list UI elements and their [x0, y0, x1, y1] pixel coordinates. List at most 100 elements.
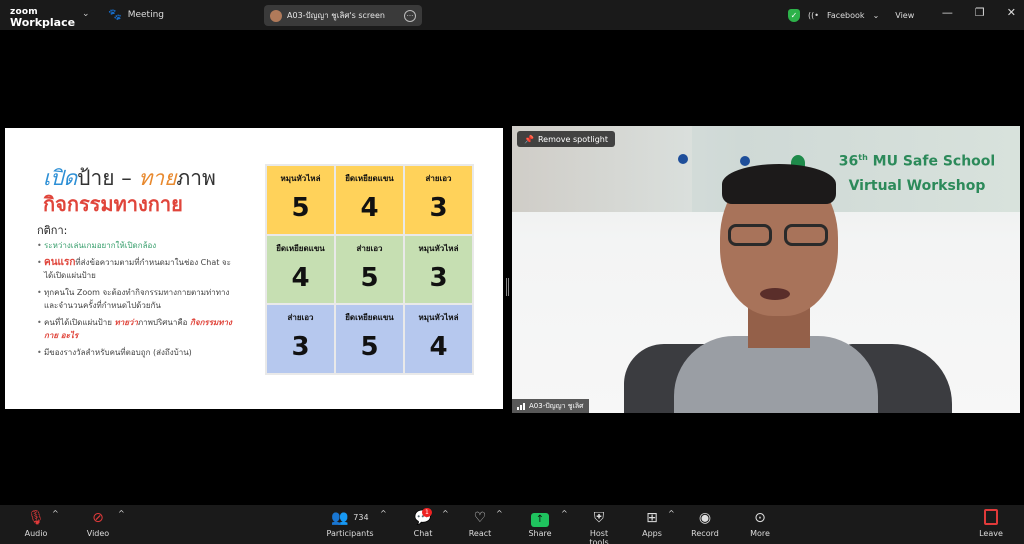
rule-highlight: คนแรก [44, 257, 76, 268]
rule-text: ระหว่างเล่นเกมอยากให้เปิดกล้อง [44, 241, 157, 250]
heart-icon: ♡ [473, 510, 487, 526]
chevron-up-icon[interactable]: ^ [561, 509, 568, 518]
rule-text: คนที่ได้เปิดแผ่นป้าย [44, 318, 112, 327]
cell-number: 5 [360, 262, 379, 293]
cell-number: 4 [360, 193, 379, 223]
chevron-up-icon[interactable]: ^ [380, 509, 387, 518]
cell-number: 5 [291, 193, 310, 223]
cell-number: 4 [291, 262, 310, 293]
title-part-2: ป้าย [77, 166, 115, 190]
speaker-video[interactable]: 36th MU Safe School Virtual Workshop 📌 R… [512, 126, 1020, 413]
view-button[interactable]: View [895, 11, 914, 20]
rule-text: ทุกคนใน Zoom จะต้องทำกิจกรรมทางกายตามท่า… [44, 288, 230, 310]
grid-cell: หมุนหัวไหล่ 3 [405, 235, 472, 304]
speaker-hair [722, 164, 836, 204]
meeting-label: Meeting [127, 9, 164, 20]
chat-badge: 1 [422, 508, 432, 517]
chat-icon: 💬 1 [414, 508, 432, 526]
shared-slide: เปิดป้าย – ทายภาพ กิจกรรมทางกาย กติกา: ร… [5, 128, 503, 409]
leave-button[interactable]: Leave [978, 509, 1004, 538]
react-button[interactable]: ♡ React [467, 509, 493, 538]
cell-label: ยืดเหยียดแขน [345, 313, 394, 323]
chevron-up-icon[interactable]: ^ [52, 509, 59, 518]
close-icon[interactable]: ✕ [1007, 6, 1016, 19]
grid-cell: หมุนหัวไหล่ 5 [267, 166, 334, 234]
chevron-down-icon[interactable]: ⌄ [873, 11, 880, 20]
rules-heading: กติกา: [37, 224, 68, 237]
chevron-up-icon[interactable]: ^ [668, 509, 675, 518]
chevron-down-icon[interactable]: ⌄ [82, 9, 90, 19]
top-right-controls: ✓ ((• Facebook ⌄ View [788, 4, 914, 26]
speaker-glasses [728, 224, 832, 246]
more-label: More [750, 529, 770, 538]
chevron-up-icon[interactable]: ^ [118, 509, 125, 518]
zoom-workplace-logo[interactable]: zoom Workplace [10, 4, 75, 28]
participants-label: Participants [326, 529, 374, 538]
workshop-title-line2: Virtual Workshop [848, 177, 986, 194]
restore-icon[interactable]: ❐ [975, 6, 985, 19]
shared-screen-label: A03-ปัญญา ชูเลิศ's screen [287, 11, 385, 20]
participant-name: A03-ปัญญา ชูเลิศ [529, 401, 584, 410]
video-button[interactable]: ⊘ Video [84, 509, 112, 538]
grid-cell: ยืดเหยียดแขน 4 [267, 235, 334, 304]
more-icon: ⊙ [754, 510, 766, 526]
participants-button[interactable]: 👥 734 Participants [326, 509, 374, 538]
cell-label: ส่ายเอว [287, 313, 314, 323]
brand-bottom: Workplace [10, 16, 76, 29]
host-tools-button[interactable]: ⛨ Host tools [580, 509, 618, 544]
cell-label: หมุนหัวไหล่ [418, 313, 459, 323]
share-button[interactable]: ↑ Share [526, 509, 554, 538]
shared-screen-indicator[interactable]: A03-ปัญญา ชูเลิศ's screen ··· [264, 5, 422, 26]
remove-spotlight-button[interactable]: 📌 Remove spotlight [517, 131, 615, 147]
cell-label: ยืดเหยียดแขน [276, 243, 325, 253]
record-button[interactable]: ◉ Record [690, 509, 720, 538]
title-dash: – [114, 166, 139, 190]
more-button[interactable]: ⊙ More [748, 509, 772, 538]
top-bar: zoom Workplace ⌄ 🐾 Meeting A03-ปัญญา ชูเ… [0, 0, 1024, 30]
remove-spotlight-label: Remove spotlight [537, 134, 608, 144]
meeting-toolbar: 🎙 Audio ^ ⊘ Video ^ 👥 734 Participants ^… [0, 505, 1024, 544]
cell-number: 3 [429, 193, 448, 223]
cell-label: ยืดเหยียดแขน [345, 174, 394, 183]
audio-button[interactable]: 🎙 Audio [22, 509, 50, 538]
split-resize-handle[interactable] [506, 278, 509, 296]
chevron-up-icon[interactable]: ^ [496, 509, 503, 518]
shield-icon: ⛨ [593, 510, 605, 526]
grid-cell: ส่ายเอว 3 [405, 166, 472, 234]
workshop-title-number: 36 [838, 153, 859, 170]
video-label: Video [86, 529, 110, 538]
chat-button[interactable]: 💬 1 Chat [410, 508, 436, 538]
rule-text: ภาพปริศนาคือ [137, 318, 188, 327]
grid-cell: ส่ายเอว 3 [267, 305, 334, 373]
security-shield-icon[interactable]: ✓ [788, 8, 800, 22]
leave-door-icon [978, 509, 1004, 527]
apps-button[interactable]: ⊞ Apps [640, 509, 664, 538]
activity-grid: หมุนหัวไหล่ 5 ยืดเหยียดแขน 4 ส่ายเอว 3 ยืดเ… [265, 164, 474, 375]
facebook-live-label[interactable]: Facebook [827, 11, 865, 20]
workshop-title-suffix: th [858, 153, 868, 162]
signal-bars-icon [517, 402, 525, 410]
cell-label: ส่ายเอว [356, 243, 383, 253]
share-screen-icon: ↑ [526, 509, 554, 527]
leave-label: Leave [979, 529, 1003, 538]
meeting-menu[interactable]: 🐾 Meeting [108, 8, 164, 21]
grid-cell: ยืดเหยียดแขน 4 [336, 166, 403, 234]
chevron-up-icon[interactable]: ^ [442, 509, 449, 518]
rule-item: คนที่ได้เปิดแผ่นป้าย ทายว่าภาพปริศนาคือ … [37, 316, 237, 342]
cell-label: หมุนหัวไหล่ [418, 243, 459, 253]
muted-microphone-icon: 🎙 [27, 510, 45, 526]
minimize-icon[interactable]: — [942, 6, 953, 19]
workshop-title-text: MU Safe School [867, 153, 996, 170]
grid-cell: ส่ายเอว 5 [336, 235, 403, 304]
cell-label: ส่ายเอว [425, 174, 452, 183]
host-tools-label: Host tools [589, 529, 609, 544]
cell-number: 4 [429, 332, 448, 363]
rule-item: คนแรกที่ส่งข้อความตามที่กำหนดมาในช่อง Ch… [37, 256, 237, 282]
record-label: Record [691, 529, 719, 538]
pin-icon: 📌 [524, 134, 534, 144]
speaker-mouth [760, 288, 790, 300]
grid-cell: ยืดเหยียดแขน 5 [336, 305, 403, 373]
grid-cell: หมุนหัวไหล่ 4 [405, 305, 472, 373]
rule-item: ระหว่างเล่นเกมอยากให้เปิดกล้อง [37, 239, 237, 252]
more-options-icon[interactable]: ··· [404, 9, 416, 22]
